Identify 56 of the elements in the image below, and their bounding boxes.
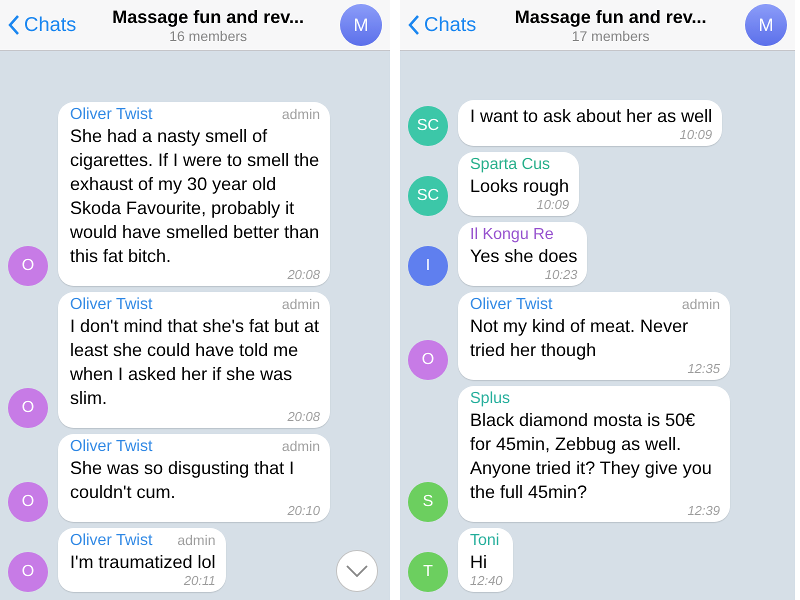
user-avatar[interactable]: S xyxy=(408,482,448,522)
role-label: admin xyxy=(177,532,216,550)
message-time: 20:11 xyxy=(184,574,216,588)
message-text: Hi xyxy=(470,551,488,574)
message-text: Looks rough xyxy=(470,175,570,198)
sender-name[interactable]: Il Kongu Re xyxy=(470,226,554,244)
user-avatar[interactable]: T xyxy=(408,552,448,592)
user-avatar[interactable]: SC xyxy=(408,106,448,146)
message-text: She was so disgusting that I couldn't cum. xyxy=(70,457,296,504)
chat-title: Massage fun and rev... xyxy=(514,6,706,28)
user-avatar[interactable]: SC xyxy=(408,176,448,216)
message-text: Black diamond mosta is 50€ for 45min, Zebbug as well. Anyone tried it? They give you the full 45min? xyxy=(470,409,713,504)
message-time: 10:23 xyxy=(544,268,578,282)
message-time: 20:08 xyxy=(287,268,320,282)
message-text: I don't mind that she's fat but at least she could have told me when I asked her if she was slim. xyxy=(70,315,320,410)
sender-name[interactable]: Oliver Twist xyxy=(70,438,152,456)
chevron-down-icon xyxy=(346,565,368,577)
message-time: 12:40 xyxy=(470,574,503,588)
message-time: 12:35 xyxy=(687,362,720,376)
member-count: 17 members xyxy=(572,28,650,44)
back-button[interactable]: Chats xyxy=(408,14,476,36)
chat-title: Massage fun and rev... xyxy=(112,6,304,28)
sender-name[interactable]: Toni xyxy=(470,532,500,550)
scroll-down-button[interactable] xyxy=(336,550,378,592)
user-avatar[interactable]: I xyxy=(408,246,448,286)
role-label: admin xyxy=(282,438,320,456)
group-avatar[interactable]: M xyxy=(340,4,382,46)
group-avatar[interactable]: M xyxy=(745,4,787,46)
message-time: 10:09 xyxy=(680,128,712,142)
sender-name[interactable]: Oliver Twist xyxy=(70,532,152,550)
message-text: I want to ask about her as well xyxy=(470,105,712,128)
role-label: admin xyxy=(682,296,720,314)
message-time: 10:09 xyxy=(536,198,570,212)
sender-name[interactable]: Oliver Twist xyxy=(470,296,552,314)
back-chevron-icon xyxy=(8,14,20,36)
user-avatar[interactable]: O xyxy=(8,482,48,522)
user-avatar[interactable]: O xyxy=(8,246,48,286)
role-label: admin xyxy=(282,106,320,124)
message-text: Not my kind of meat. Never tried her though xyxy=(470,315,690,362)
message-time: 20:10 xyxy=(287,504,320,518)
sender-name[interactable]: Sparta Cus xyxy=(470,156,550,174)
sender-name[interactable]: Oliver Twist xyxy=(70,106,152,124)
user-avatar[interactable]: O xyxy=(8,552,48,592)
user-avatar[interactable]: O xyxy=(408,340,448,380)
member-count: 16 members xyxy=(169,28,248,44)
back-button[interactable]: Chats xyxy=(8,14,76,36)
message-text: I'm traumatized lol xyxy=(70,551,216,574)
message-time: 12:39 xyxy=(687,504,720,518)
sender-name[interactable]: Oliver Twist xyxy=(70,296,152,314)
user-avatar[interactable]: O xyxy=(8,388,48,428)
message-time: 20:08 xyxy=(287,410,320,424)
message-text: She had a nasty smell of cigarettes. If I were to smell the exhaust of my 30 year old Skoda Favourite, probably it would have smelled better than this fat bitch. xyxy=(70,125,320,268)
sender-name[interactable]: Splus xyxy=(470,390,510,408)
role-label: admin xyxy=(282,296,320,314)
back-chevron-icon xyxy=(408,14,420,36)
message-text: Yes she does xyxy=(470,245,578,268)
